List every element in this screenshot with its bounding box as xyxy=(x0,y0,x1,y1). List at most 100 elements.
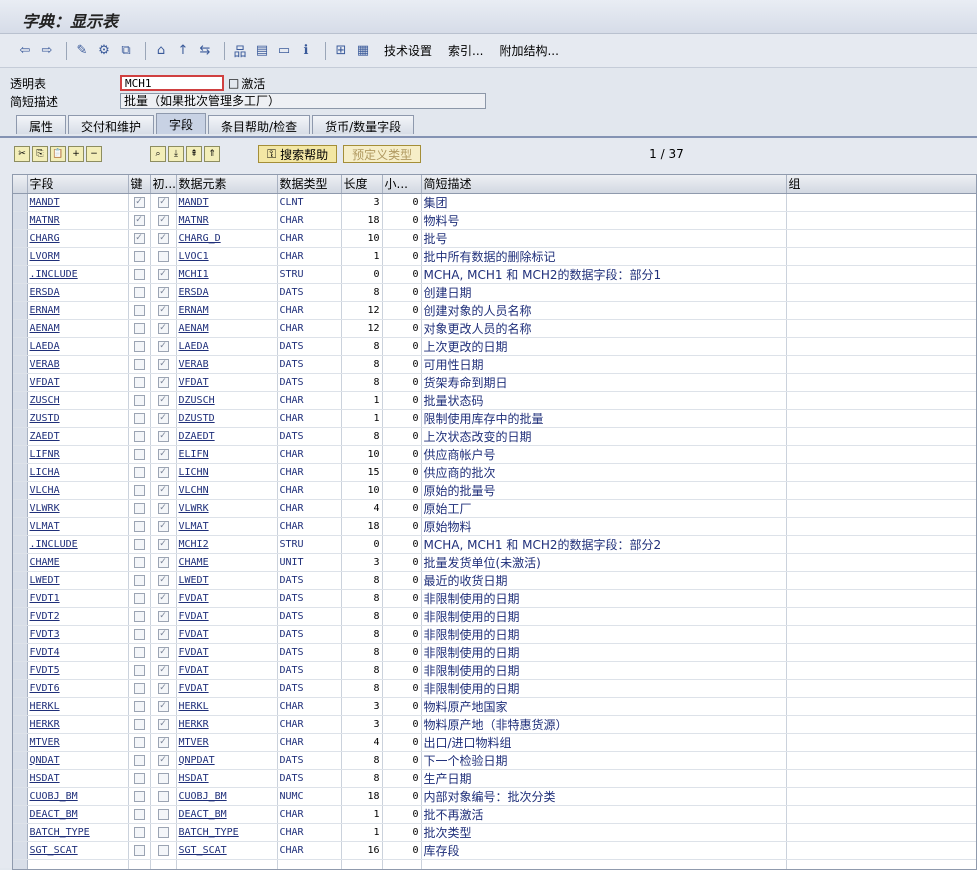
table-icon[interactable]: ▦ xyxy=(354,42,372,60)
window-icon[interactable]: ▭ xyxy=(275,42,293,60)
field-name[interactable]: HERKR xyxy=(27,715,129,734)
select-all-header[interactable] xyxy=(13,175,28,194)
data-element[interactable]: FVDAT xyxy=(176,589,278,608)
index-button[interactable]: 索引... xyxy=(448,42,483,59)
data-element[interactable]: MCHI1 xyxy=(176,265,278,284)
field-name[interactable]: LAEDA xyxy=(27,337,129,356)
top-icon[interactable]: ⇞ xyxy=(186,146,202,162)
table-row[interactable]: .INCLUDE ✓ MCHI2 STRU 0 0 MCHA, MCH1 和 MCH2的数据… xyxy=(13,535,976,554)
short-desc-field[interactable]: 批量（如果批次管理多工厂） xyxy=(120,93,486,109)
table-row[interactable]: BATCH_TYPE BATCH_TYPE CHAR 1 0 批次类型 xyxy=(13,823,976,842)
data-element[interactable]: CHAME xyxy=(176,553,278,572)
data-element[interactable]: MTVER xyxy=(176,733,278,752)
field-name[interactable]: .INCLUDE xyxy=(27,265,129,284)
col-data-type[interactable]: 数据类型 xyxy=(277,175,342,194)
data-element[interactable]: DZAEDT xyxy=(176,427,278,446)
row-selector[interactable] xyxy=(13,463,28,482)
row-selector[interactable] xyxy=(13,733,28,752)
table-row[interactable]: MANDT ✓ ✓ MANDT CLNT 3 0 集团 xyxy=(13,193,976,212)
field-name[interactable]: MATNR xyxy=(27,211,129,230)
data-element[interactable]: CHARG_D xyxy=(176,229,278,248)
data-element[interactable]: LICHN xyxy=(176,463,278,482)
row-selector[interactable] xyxy=(13,391,28,410)
row-selector[interactable] xyxy=(13,643,28,662)
row-selector[interactable] xyxy=(13,211,28,230)
field-name[interactable]: ZAEDT xyxy=(27,427,129,446)
table-row[interactable]: FVDT5 ✓ FVDAT DATS 8 0 非限制使用的日期 xyxy=(13,661,976,680)
table-row[interactable]: LAEDA ✓ LAEDA DATS 8 0 上次更改的日期 xyxy=(13,337,976,356)
field-name[interactable]: MANDT xyxy=(27,193,129,212)
table-row[interactable]: ZAEDT ✓ DZAEDT DATS 8 0 上次状态改变的日期 xyxy=(13,427,976,446)
table-row[interactable]: HSDAT HSDAT DATS 8 0 生产日期 xyxy=(13,769,976,788)
delete-row-icon[interactable]: − xyxy=(86,146,102,162)
table-row[interactable]: SGT_SCAT SGT_SCAT CHAR 16 0 库存段 xyxy=(13,841,976,860)
row-selector[interactable] xyxy=(13,373,28,392)
row-selector[interactable] xyxy=(13,589,28,608)
field-name[interactable]: FVDT2 xyxy=(27,607,129,626)
field-name[interactable]: HERKL xyxy=(27,697,129,716)
row-selector[interactable] xyxy=(13,229,28,248)
data-element[interactable]: FVDAT xyxy=(176,607,278,626)
table-row[interactable]: CHAME ✓ CHAME UNIT 3 0 批量发货单位(未激活) xyxy=(13,553,976,572)
table-row[interactable]: AENAM ✓ AENAM CHAR 12 0 对象更改人员的名称 xyxy=(13,319,976,338)
row-selector[interactable] xyxy=(13,301,28,320)
table-row[interactable]: CUOBJ_BM CUOBJ_BM NUMC 18 0 内部对象编号：批次分类 xyxy=(13,787,976,806)
data-element[interactable]: ERSDA xyxy=(176,283,278,302)
insert-row-icon[interactable]: + xyxy=(68,146,84,162)
data-element[interactable]: ELIFN xyxy=(176,445,278,464)
table-row[interactable]: MATNR ✓ ✓ MATNR CHAR 18 0 物料号 xyxy=(13,211,976,230)
col-field[interactable]: 字段 xyxy=(27,175,129,194)
field-name[interactable]: LVORM xyxy=(27,247,129,266)
data-element[interactable]: DZUSCH xyxy=(176,391,278,410)
field-name[interactable]: QNDAT xyxy=(27,751,129,770)
field-name[interactable]: MTVER xyxy=(27,733,129,752)
find-next-icon[interactable]: ⤓ xyxy=(168,146,184,162)
table-row[interactable]: VLWRK ✓ VLWRK CHAR 4 0 原始工厂 xyxy=(13,499,976,518)
row-selector[interactable] xyxy=(13,607,28,626)
append-structure-button[interactable]: 附加结构... xyxy=(499,42,558,59)
row-selector[interactable] xyxy=(13,805,28,824)
data-element[interactable]: ERNAM xyxy=(176,301,278,320)
col-group[interactable]: 组 xyxy=(786,175,976,194)
field-name[interactable]: SGT_SCAT xyxy=(27,841,129,860)
row-selector[interactable] xyxy=(13,481,28,500)
row-selector[interactable] xyxy=(13,751,28,770)
search-help-button[interactable]: ⚿ 搜索帮助 xyxy=(258,145,338,163)
table-row[interactable]: FVDT4 ✓ FVDAT DATS 8 0 非限制使用的日期 xyxy=(13,643,976,662)
field-name[interactable]: AENAM xyxy=(27,319,129,338)
display-change-icon[interactable]: ✎ xyxy=(73,42,91,60)
data-element[interactable]: LAEDA xyxy=(176,337,278,356)
row-selector[interactable] xyxy=(13,337,28,356)
row-selector[interactable] xyxy=(13,517,28,536)
predefined-type-button[interactable]: 预定义类型 xyxy=(343,145,422,163)
table-row[interactable]: VERAB ✓ VERAB DATS 8 0 可用性日期 xyxy=(13,355,976,374)
field-name[interactable]: LICHA xyxy=(27,463,129,482)
field-name[interactable]: FVDT3 xyxy=(27,625,129,644)
table-row[interactable]: VLMAT ✓ VLMAT CHAR 18 0 原始物料 xyxy=(13,517,976,536)
row-selector[interactable] xyxy=(13,769,28,788)
field-name[interactable]: ZUSTD xyxy=(27,409,129,428)
data-element[interactable]: FVDAT xyxy=(176,661,278,680)
tab-delivery[interactable]: 交付和维护 xyxy=(68,115,155,134)
data-element[interactable]: MANDT xyxy=(176,193,278,212)
row-selector[interactable] xyxy=(13,265,28,284)
table-row[interactable]: LICHA ✓ LICHN CHAR 15 0 供应商的批次 xyxy=(13,463,976,482)
data-element[interactable]: AENAM xyxy=(176,319,278,338)
data-element[interactable]: LWEDT xyxy=(176,571,278,590)
cut-icon[interactable]: ✂ xyxy=(14,146,30,162)
print-icon[interactable]: ▤ xyxy=(253,42,271,60)
tree-icon[interactable]: 品 xyxy=(231,42,249,60)
find-icon[interactable]: ⌕ xyxy=(150,146,166,162)
data-element[interactable]: DZUSTD xyxy=(176,409,278,428)
row-selector[interactable] xyxy=(13,427,28,446)
table-row[interactable]: CHARG ✓ ✓ CHARG_D CHAR 10 0 批号 xyxy=(13,229,976,248)
row-selector[interactable] xyxy=(13,859,28,869)
field-name[interactable]: ZUSCH xyxy=(27,391,129,410)
col-short-desc[interactable]: 简短描述 xyxy=(421,175,787,194)
row-selector[interactable] xyxy=(13,193,28,212)
navigate-icon[interactable]: ⇆ xyxy=(196,42,214,60)
forward-arrow-icon[interactable]: ⇨ xyxy=(38,42,56,60)
data-element[interactable]: FVDAT xyxy=(176,625,278,644)
field-name[interactable]: HSDAT xyxy=(27,769,129,788)
row-selector[interactable] xyxy=(13,841,28,860)
